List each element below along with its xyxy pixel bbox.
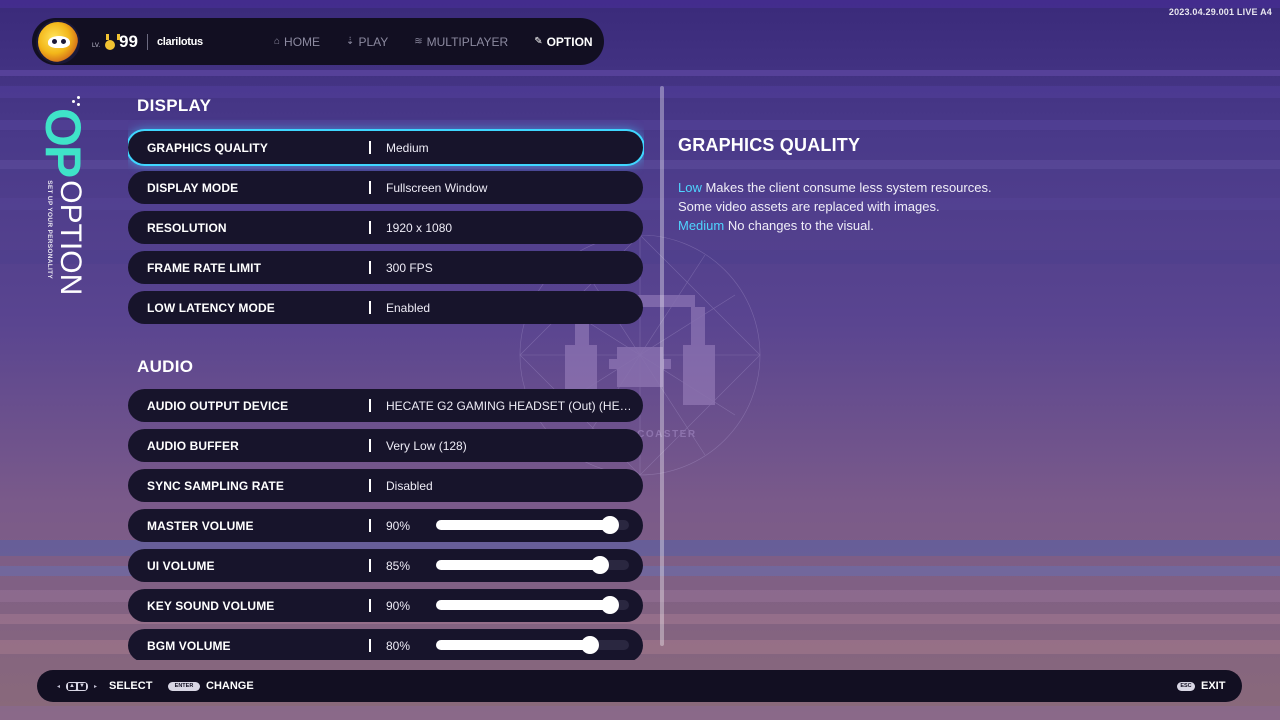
description-line: Medium No changes to the visual. bbox=[678, 216, 1238, 235]
description-line: Some video assets are replaced with imag… bbox=[678, 197, 1238, 216]
setting-display-mode[interactable]: DISPLAY MODE Fullscreen Window bbox=[128, 171, 643, 204]
setting-value: 90% bbox=[386, 518, 411, 533]
description-text: Some video assets are replaced with imag… bbox=[678, 199, 940, 214]
slider-fill bbox=[436, 600, 610, 610]
setting-key-sound-volume[interactable]: KEY SOUND VOLUME 90% bbox=[128, 589, 643, 622]
side-title-vertical: OP OPTION SET UP YOUR PERSONALITY bbox=[35, 108, 91, 296]
setting-label: BGM VOLUME bbox=[147, 638, 231, 653]
row-divider bbox=[369, 479, 371, 492]
hint-exit[interactable]: ESC EXIT bbox=[1177, 670, 1225, 702]
esc-key-icon: ESC bbox=[1177, 681, 1195, 691]
side-title: OP OPTION SET UP YOUR PERSONALITY bbox=[34, 96, 91, 296]
description-text: No changes to the visual. bbox=[724, 218, 874, 233]
row-divider bbox=[369, 181, 371, 194]
setting-label: UI VOLUME bbox=[147, 558, 215, 573]
row-divider bbox=[369, 439, 371, 452]
slider-knob[interactable] bbox=[591, 556, 610, 574]
setting-resolution[interactable]: RESOLUTION 1920 x 1080 bbox=[128, 211, 643, 244]
hint-select-label: SELECT bbox=[109, 680, 153, 692]
dots-decoration bbox=[72, 96, 82, 106]
slider-knob[interactable] bbox=[600, 596, 619, 614]
setting-label: KEY SOUND VOLUME bbox=[147, 598, 275, 613]
description-title: GRAPHICS QUALITY bbox=[678, 135, 861, 155]
description-keyword: Medium bbox=[678, 218, 725, 233]
setting-label: DISPLAY MODE bbox=[147, 180, 239, 195]
left-arrow-icon: ◂ bbox=[57, 683, 61, 690]
setting-bgm-volume[interactable]: BGM VOLUME 80% bbox=[128, 629, 643, 660]
setting-value: 80% bbox=[386, 638, 411, 653]
setting-label: MASTER VOLUME bbox=[147, 518, 254, 533]
setting-label: AUDIO BUFFER bbox=[147, 438, 239, 453]
row-divider bbox=[369, 301, 371, 314]
enter-key-icon: ENTER bbox=[168, 681, 200, 691]
slider-fill bbox=[436, 640, 591, 650]
hint-select[interactable]: ◂ ▲ ▼ ▸ SELECT bbox=[57, 670, 152, 702]
slider-knob[interactable] bbox=[600, 516, 619, 534]
settings-list: DISPLAY GRAPHICS QUALITY Medium DISPLAY … bbox=[128, 0, 644, 660]
setting-value: Medium bbox=[386, 140, 429, 155]
row-divider bbox=[369, 261, 371, 274]
side-title-short: OP bbox=[35, 108, 91, 177]
hint-change[interactable]: ENTER CHANGE bbox=[168, 670, 254, 702]
footer-bar: ◂ ▲ ▼ ▸ SELECT ENTER CHANGE ESC EXIT bbox=[37, 670, 1242, 702]
section-title-audio: AUDIO bbox=[137, 357, 194, 376]
description-text: Makes the client consume less system res… bbox=[701, 180, 992, 195]
setting-label: RESOLUTION bbox=[147, 220, 227, 235]
setting-label: AUDIO OUTPUT DEVICE bbox=[147, 398, 289, 413]
side-title-text: OPTION bbox=[54, 180, 87, 296]
row-divider bbox=[369, 519, 371, 532]
avatar[interactable] bbox=[36, 19, 80, 64]
medal-icon bbox=[104, 33, 121, 50]
updown-keys-icon: ▲ ▼ bbox=[66, 681, 89, 691]
setting-value: Disabled bbox=[386, 478, 433, 493]
setting-value: HECATE G2 GAMING HEADSET (Out) (HE… bbox=[386, 398, 632, 413]
setting-value: Very Low (128) bbox=[386, 438, 467, 453]
description-keyword: Low bbox=[678, 180, 702, 195]
setting-value: Fullscreen Window bbox=[386, 180, 488, 195]
slider-fill bbox=[436, 560, 601, 570]
row-divider bbox=[369, 599, 371, 612]
side-subtitle: SET UP YOUR PERSONALITY bbox=[46, 180, 53, 280]
row-divider bbox=[369, 221, 371, 234]
setting-label: GRAPHICS QUALITY bbox=[147, 140, 268, 155]
volume-slider[interactable] bbox=[436, 556, 629, 574]
setting-audio-buffer[interactable]: AUDIO BUFFER Very Low (128) bbox=[128, 429, 643, 462]
setting-master-volume[interactable]: MASTER VOLUME 90% bbox=[128, 509, 643, 542]
version-label: 2023.04.29.001 LIVE A4 bbox=[1168, 7, 1272, 17]
setting-label: LOW LATENCY MODE bbox=[147, 300, 275, 315]
hint-exit-label: EXIT bbox=[1201, 680, 1226, 692]
description-line: Low Makes the client consume less system… bbox=[678, 178, 1238, 197]
row-divider bbox=[369, 639, 371, 652]
slider-knob[interactable] bbox=[581, 636, 600, 654]
volume-slider[interactable] bbox=[436, 516, 629, 534]
setting-audio-output-device[interactable]: AUDIO OUTPUT DEVICE HECATE G2 GAMING HEA… bbox=[128, 389, 643, 422]
volume-slider[interactable] bbox=[436, 596, 629, 614]
setting-value: 90% bbox=[386, 598, 411, 613]
hint-change-label: CHANGE bbox=[206, 680, 254, 692]
settings-scrollbar[interactable] bbox=[660, 86, 664, 646]
right-arrow-icon: ▸ bbox=[94, 683, 98, 690]
setting-label: SYNC SAMPLING RATE bbox=[147, 478, 284, 493]
slider-fill bbox=[436, 520, 610, 530]
row-divider bbox=[369, 141, 371, 154]
setting-low-latency-mode[interactable]: LOW LATENCY MODE Enabled bbox=[128, 291, 643, 324]
setting-value: 85% bbox=[386, 558, 411, 573]
section-title-display: DISPLAY bbox=[137, 96, 212, 115]
setting-value: Enabled bbox=[386, 300, 431, 315]
setting-ui-volume[interactable]: UI VOLUME 85% bbox=[128, 549, 643, 582]
row-divider bbox=[369, 399, 371, 412]
setting-value: 1920 x 1080 bbox=[386, 220, 453, 235]
row-divider bbox=[369, 559, 371, 572]
volume-slider[interactable] bbox=[436, 636, 629, 654]
level-prefix: LV. bbox=[92, 42, 101, 49]
setting-label: FRAME RATE LIMIT bbox=[147, 260, 262, 275]
setting-graphics-quality[interactable]: GRAPHICS QUALITY Medium bbox=[128, 131, 643, 164]
setting-frame-rate-limit[interactable]: FRAME RATE LIMIT 300 FPS bbox=[128, 251, 643, 284]
setting-value: 300 FPS bbox=[386, 260, 433, 275]
setting-sync-sampling-rate[interactable]: SYNC SAMPLING RATE Disabled bbox=[128, 469, 643, 502]
description-panel: GRAPHICS QUALITY Low Makes the client co… bbox=[678, 135, 1238, 235]
